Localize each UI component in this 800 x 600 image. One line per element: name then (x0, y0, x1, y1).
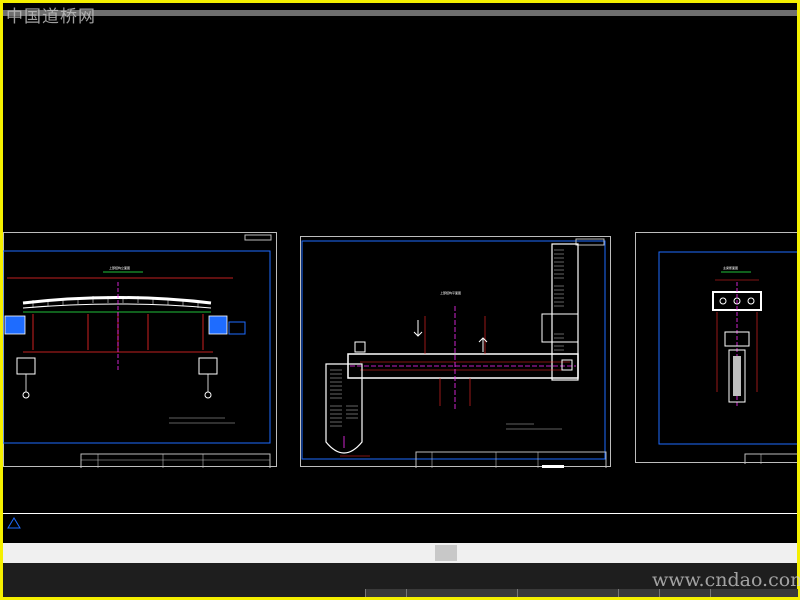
svg-text:主梁断面图: 主梁断面图 (723, 265, 738, 270)
section-drawing: 主梁断面图 (635, 232, 797, 464)
status-button-1[interactable] (365, 589, 406, 597)
horizontal-scrollbar[interactable] (3, 543, 797, 563)
plan-drawing: 上部结构平面图 (300, 236, 611, 468)
drawing-canvas[interactable]: 上部结构立面图 上部结构平面图 主梁断面图 (3, 16, 797, 543)
elevation-drawing: 上部结构立面图 (3, 232, 277, 468)
site-url-watermark: www.cndao.com (652, 569, 800, 591)
status-button-3[interactable] (517, 589, 618, 597)
status-button-2[interactable] (406, 589, 517, 597)
elevation-sheet[interactable]: 上部结构立面图 (3, 232, 279, 468)
section-sheet[interactable]: 主梁断面图 (635, 232, 797, 464)
command-line[interactable] (3, 513, 797, 544)
svg-text:上部结构平面图: 上部结构平面图 (440, 290, 461, 295)
site-watermark: 中国道桥网 (6, 7, 96, 27)
plan-sheet[interactable]: 上部结构平面图 (300, 236, 613, 468)
svg-text:上部结构立面图: 上部结构立面图 (109, 265, 130, 270)
scrollbar-thumb[interactable] (435, 545, 457, 561)
ucs-triangle-icon (7, 517, 21, 529)
